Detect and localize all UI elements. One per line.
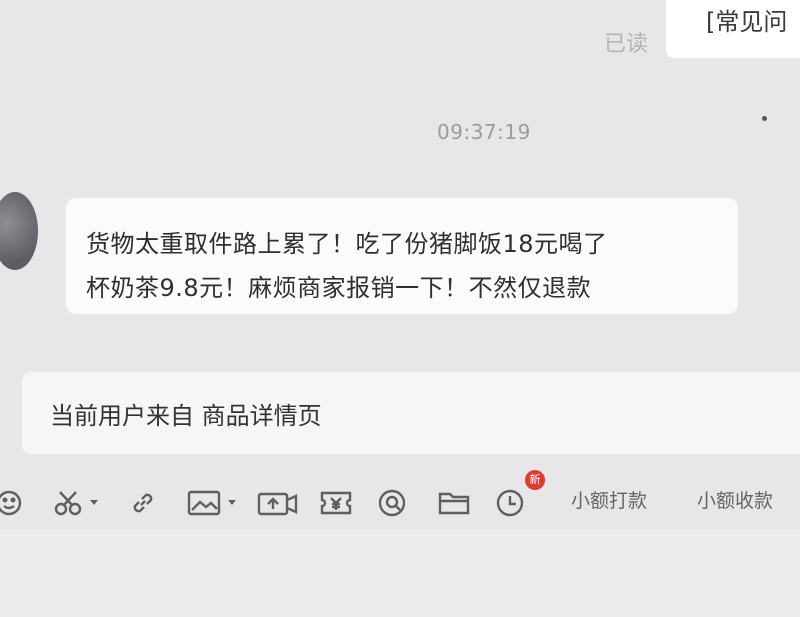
message-line-1: 货物太重取件路上累了！吃了份猪脚饭18元喝了 (86, 230, 608, 258)
avatar[interactable] (0, 192, 38, 270)
link-icon[interactable] (128, 488, 158, 516)
message-timestamp: 09:37:19 (437, 120, 531, 144)
emoji-icon[interactable] (0, 488, 24, 516)
new-badge: 新 (525, 470, 545, 490)
refund-icon[interactable] (376, 488, 410, 517)
message-input-area[interactable] (0, 530, 800, 617)
scissors-icon[interactable] (52, 488, 104, 516)
folder-icon[interactable] (436, 488, 472, 516)
chat-toolbar (0, 474, 800, 530)
user-source-text: 当前用户来自 商品详情页 (50, 402, 322, 430)
user-source-notice: 当前用户来自 商品详情页 (22, 372, 800, 454)
previous-message-text: [常见问 (706, 8, 788, 36)
dot-mark (762, 116, 767, 121)
small-payment-button[interactable]: 小额打款 (571, 486, 647, 513)
video-icon[interactable] (256, 488, 300, 516)
clock-icon[interactable] (494, 488, 528, 517)
customer-message-bubble: 货物太重取件路上累了！吃了份猪脚饭18元喝了 杯奶茶9.8元！麻烦商家报销一下！… (66, 198, 738, 314)
small-collection-button[interactable]: 小额收款 (697, 486, 773, 513)
read-status: 已读 (604, 32, 649, 57)
message-line-2: 杯奶茶9.8元！麻烦商家报销一下！不然仅退款 (86, 274, 592, 302)
coupon-icon[interactable] (318, 488, 354, 516)
image-icon[interactable] (186, 488, 242, 516)
